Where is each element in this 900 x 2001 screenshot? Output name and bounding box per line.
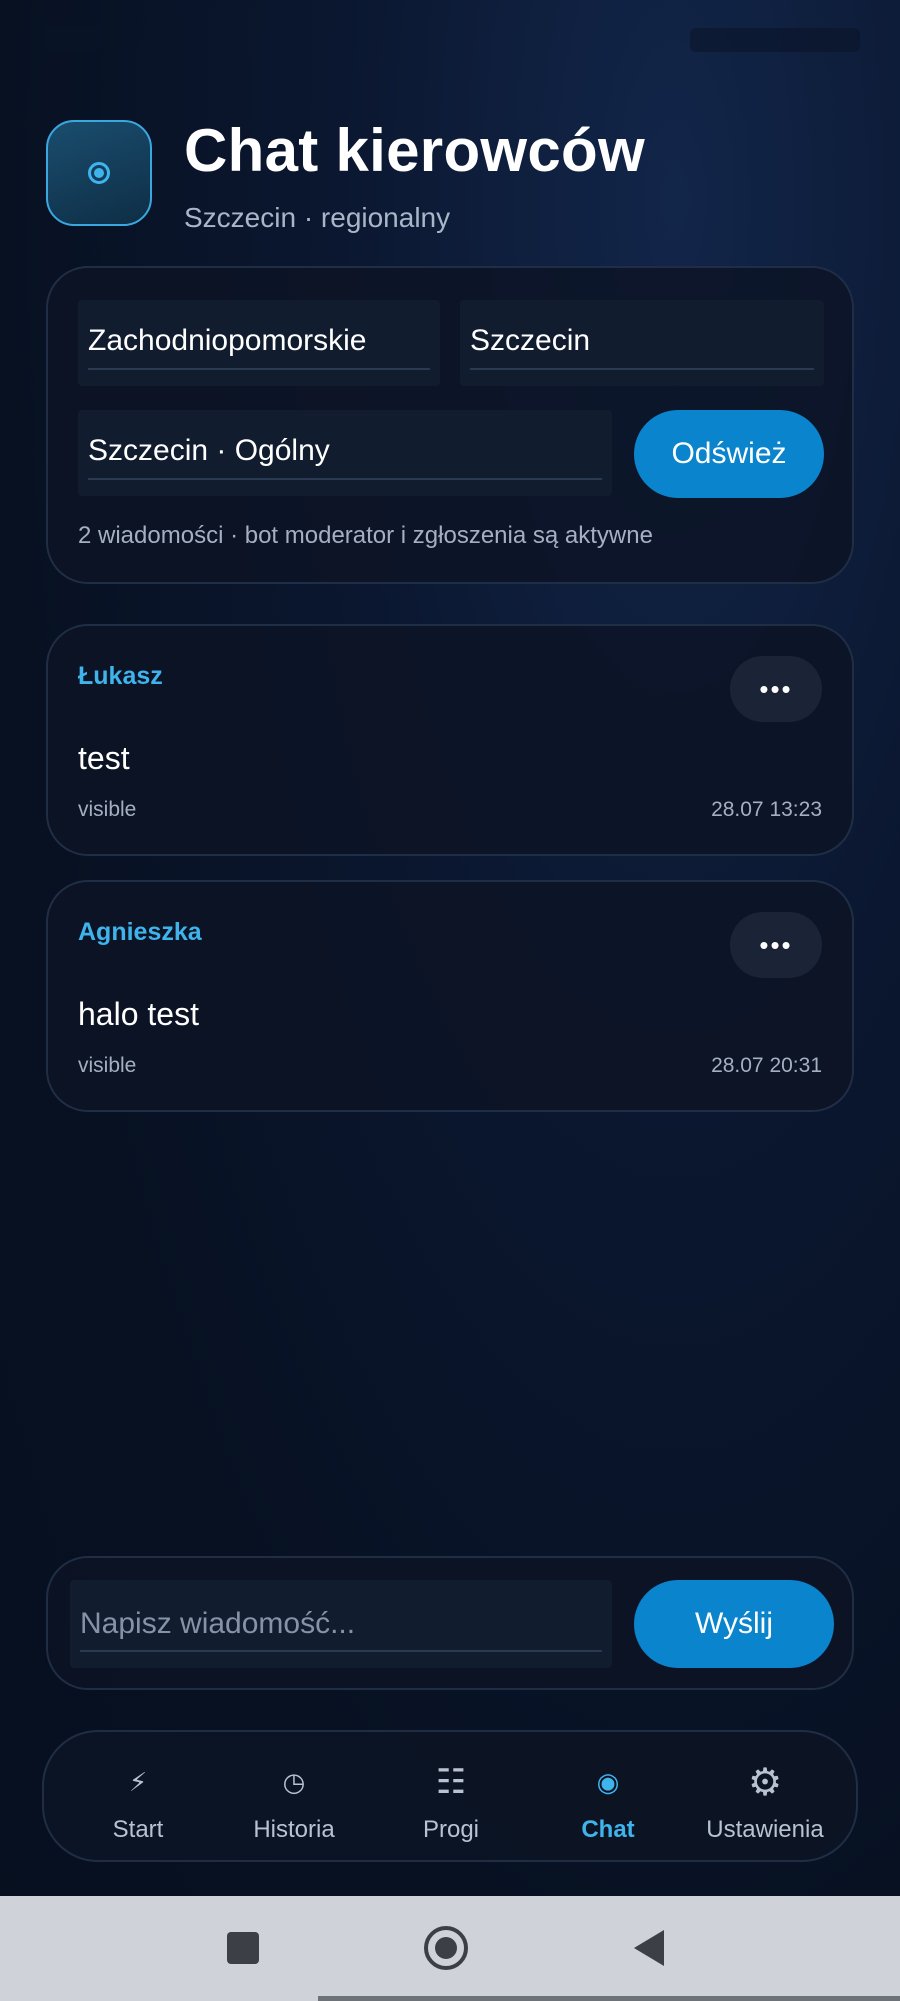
- refresh-button[interactable]: Odśwież: [634, 410, 824, 498]
- filters-card: Zachodniopomorskie Szczecin Szczecin · O…: [46, 266, 854, 584]
- gesture-bar: [318, 1996, 900, 2001]
- city-select[interactable]: Szczecin: [460, 300, 824, 386]
- nav-label: Start: [112, 1816, 164, 1843]
- system-navigation-bar: [0, 1896, 900, 2001]
- send-button[interactable]: Wyślij: [634, 1580, 834, 1668]
- message-timestamp: 28.07 13:23: [711, 798, 822, 821]
- status-bar: [0, 0, 900, 80]
- message-input[interactable]: [70, 1580, 612, 1668]
- region-select[interactable]: Zachodniopomorskie: [78, 300, 440, 386]
- message-status: visible: [78, 798, 137, 821]
- message-author: Agnieszka: [78, 918, 202, 946]
- status-time: [42, 26, 102, 52]
- nav-label: Chat: [581, 1816, 635, 1843]
- message-text: test: [78, 740, 130, 776]
- recents-icon[interactable]: [227, 1932, 259, 1964]
- region-value: Zachodniopomorskie: [88, 324, 367, 357]
- message-status: visible: [78, 1054, 137, 1077]
- message-card: Agnieszka ••• halo test visible 28.07 20…: [46, 880, 854, 1112]
- page-header: Chat kierowców Szczecin · regionalny: [46, 117, 866, 238]
- home-icon[interactable]: [424, 1926, 468, 1970]
- nav-label: Historia: [253, 1816, 335, 1843]
- bottom-nav: ⚡ Start ◷ Historia ☷ Progi ◉ Chat ⚙ Usta…: [42, 1730, 858, 1862]
- back-icon[interactable]: [634, 1930, 664, 1966]
- message-card: Łukasz ••• test visible 28.07 13:23: [46, 624, 854, 856]
- list-icon: ☷: [435, 1763, 467, 1801]
- gear-icon: ⚙: [747, 1761, 783, 1804]
- nav-label: Progi: [422, 1816, 480, 1843]
- channel-value: Szczecin · Ogólny: [88, 434, 330, 467]
- message-input-wrapper: [70, 1580, 612, 1668]
- nav-label: Ustawienia: [706, 1816, 824, 1843]
- app-icon: [46, 120, 152, 226]
- channel-select[interactable]: Szczecin · Ogólny: [78, 410, 612, 496]
- page-title: Chat kierowców: [184, 117, 645, 184]
- more-options-button[interactable]: •••: [730, 656, 822, 722]
- status-icons: [690, 28, 860, 52]
- chat-dot-icon: ◉: [596, 1766, 620, 1797]
- lightning-icon: ⚡: [128, 1766, 148, 1797]
- message-timestamp: 28.07 20:31: [711, 1054, 822, 1077]
- chat-info-text: 2 wiadomości · bot moderator i zgłoszeni…: [78, 522, 653, 549]
- nav-item-progi[interactable]: ☷ Progi: [376, 1732, 526, 1864]
- nav-item-start[interactable]: ⚡ Start: [63, 1732, 213, 1864]
- more-options-button[interactable]: •••: [730, 912, 822, 978]
- radio-dot-icon: [88, 162, 110, 184]
- message-text: halo test: [78, 996, 199, 1032]
- city-value: Szczecin: [470, 324, 591, 357]
- message-composer: Wyślij: [46, 1556, 854, 1690]
- clock-icon: ◷: [282, 1766, 306, 1797]
- nav-item-ustawienia[interactable]: ⚙ Ustawienia: [690, 1732, 840, 1864]
- nav-item-historia[interactable]: ◷ Historia: [219, 1732, 369, 1864]
- message-author: Łukasz: [78, 662, 163, 690]
- nav-item-chat[interactable]: ◉ Chat: [533, 1732, 683, 1864]
- page-subtitle: Szczecin · regionalny: [184, 202, 451, 233]
